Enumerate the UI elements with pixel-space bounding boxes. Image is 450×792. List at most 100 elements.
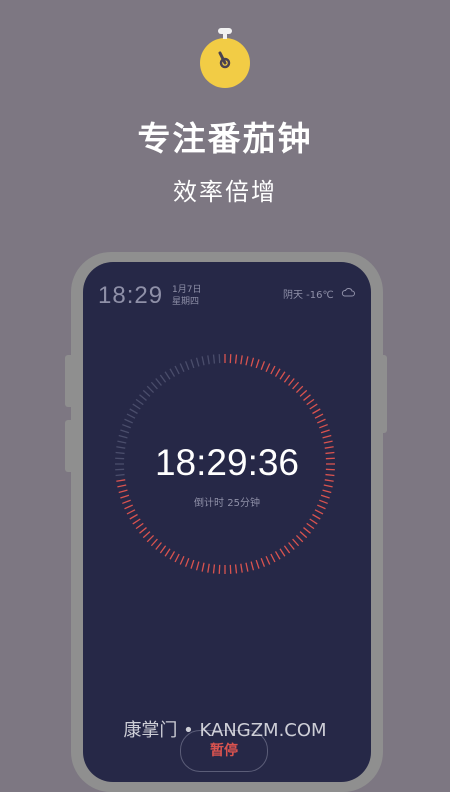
dial-tick — [266, 364, 270, 372]
dial-tick — [165, 372, 170, 380]
dial-tick — [180, 556, 184, 564]
dial-tick — [165, 549, 170, 557]
timer-display: 18:29:36 — [83, 442, 371, 484]
dial-tick — [246, 356, 248, 365]
dial-tick — [271, 554, 275, 562]
dial-tick — [214, 564, 215, 573]
dial-tick — [208, 564, 209, 573]
dial-tick — [276, 369, 281, 377]
dial-tick — [202, 563, 204, 572]
dial-tick — [160, 375, 165, 382]
dial-tick — [293, 539, 299, 546]
dial-tick — [133, 519, 141, 524]
dial-tick — [202, 356, 204, 365]
dial-tick — [214, 355, 215, 364]
dial-tick — [323, 490, 332, 492]
dial-tick — [197, 562, 199, 571]
dial-tick — [296, 535, 302, 541]
dial-tick — [197, 358, 199, 367]
dial-tick — [324, 485, 333, 487]
dial-tick — [289, 542, 295, 549]
dial-tick — [246, 563, 248, 572]
dial-tick — [280, 549, 285, 557]
dial-tick — [241, 564, 242, 573]
dial-tick — [175, 554, 179, 562]
dial-tick — [147, 535, 153, 541]
dial-tick — [293, 382, 299, 389]
dial-tick — [312, 515, 320, 520]
dial-tick — [125, 419, 133, 423]
dial-tick — [251, 562, 253, 571]
dial-tick — [284, 546, 289, 553]
phone-screen: 18:29 1月7日 星期四 阴天 -16℃ 18:29:36 倒计时 25分钟… — [83, 262, 371, 782]
dial-tick — [127, 510, 135, 514]
dial-tick — [170, 551, 175, 559]
dial-tick — [147, 386, 153, 392]
dial-tick — [241, 355, 242, 364]
dial-tick — [236, 564, 237, 573]
dial-tick — [321, 430, 330, 433]
dial-tick — [156, 542, 162, 549]
dial-tick — [175, 366, 179, 374]
dial-tick — [310, 519, 318, 524]
dial-tick — [140, 395, 147, 401]
dial-tick — [307, 399, 314, 404]
dial-tick — [117, 485, 126, 487]
dial-tick — [140, 528, 147, 534]
timer-dial — [83, 262, 371, 782]
dial-tick — [160, 546, 165, 553]
dial-tick — [191, 560, 194, 569]
dial-tick — [151, 539, 157, 546]
dial-tick — [136, 399, 143, 404]
dial-tick — [315, 510, 323, 514]
dial-tick — [133, 404, 141, 409]
stopwatch-hand-icon — [200, 38, 250, 88]
dial-tick — [256, 359, 259, 368]
dial-tick — [186, 361, 189, 369]
dial-tick — [315, 414, 323, 418]
dial-tick — [261, 558, 264, 566]
dial-tick — [303, 528, 310, 534]
watermark: 康掌门 • KANGZM.COM — [0, 716, 450, 742]
dial-tick — [317, 419, 325, 423]
dial-tick — [312, 409, 320, 414]
dial-tick — [191, 359, 194, 368]
dial-tick — [127, 414, 135, 418]
dial-tick — [276, 551, 281, 559]
dial-tick — [280, 372, 285, 380]
stopwatch-logo-icon — [200, 38, 250, 88]
timer-caption: 倒计时 25分钟 — [83, 494, 371, 509]
dial-tick — [251, 358, 253, 367]
dial-tick — [300, 532, 307, 538]
dial-tick — [261, 361, 264, 369]
page-title: 专注番茄钟 — [0, 112, 450, 160]
dial-tick — [310, 404, 318, 409]
dial-tick — [323, 436, 332, 438]
dial-tick — [300, 390, 307, 396]
dial-tick — [136, 523, 143, 528]
dial-tick — [289, 379, 295, 386]
dial-tick — [130, 515, 138, 520]
page-subtitle: 效率倍增 — [0, 172, 450, 207]
dial-tick — [130, 409, 138, 414]
dial-tick — [271, 366, 275, 374]
dial-tick — [119, 490, 128, 492]
dial-tick — [151, 382, 157, 389]
dial-tick — [120, 430, 129, 433]
dial-tick — [119, 436, 128, 438]
dial-tick — [236, 355, 237, 364]
dial-tick — [319, 425, 327, 428]
dial-tick — [256, 560, 259, 569]
dial-tick — [143, 532, 150, 538]
dial-tick — [307, 523, 314, 528]
dial-tick — [170, 369, 175, 377]
dial-tick — [156, 379, 162, 386]
dial-tick — [266, 556, 270, 564]
dial-tick — [143, 390, 150, 396]
dial-tick — [303, 395, 310, 401]
dial-tick — [208, 355, 209, 364]
dial-tick — [122, 425, 130, 428]
dial-tick — [186, 558, 189, 566]
dial-tick — [296, 386, 302, 392]
dial-tick — [284, 375, 289, 382]
